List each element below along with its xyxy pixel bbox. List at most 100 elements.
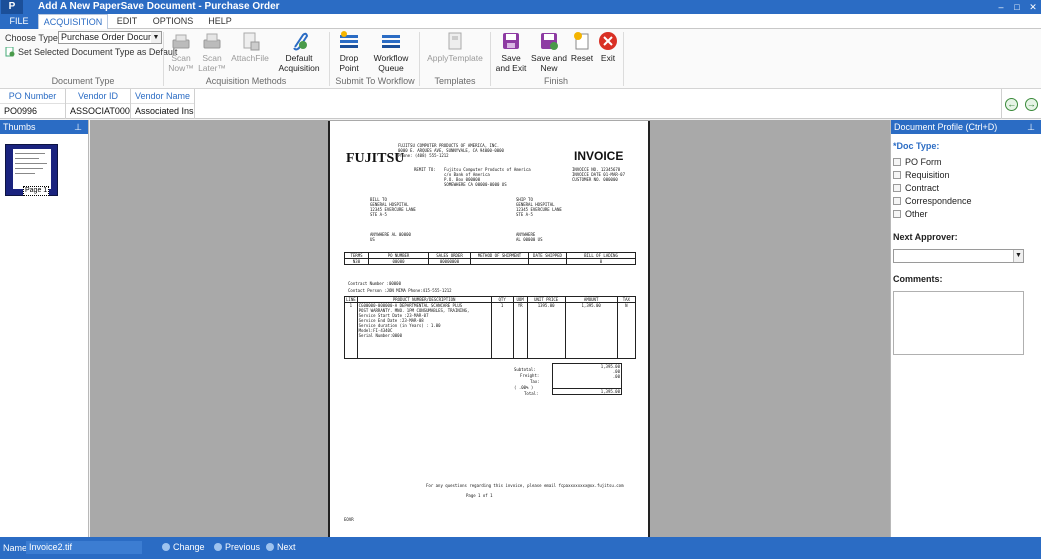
workflow-queue-label: Workflow Queue (373, 53, 409, 73)
terms-header: DATE SHIPPED (528, 252, 567, 259)
default-acquisition-label: Default Acquisition (278, 53, 320, 73)
total-label: Tax: (530, 379, 540, 384)
group-separator (329, 32, 330, 86)
thumb-line (15, 168, 43, 169)
tab-acquisition[interactable]: ACQUISITION (38, 14, 108, 30)
option-label: Correspondence (905, 196, 972, 206)
default-acquisition-button[interactable]: Default Acquisition (272, 31, 326, 73)
status-bar: Name: Invoice2.tif Change Previous Next (0, 537, 1041, 559)
terms-value: N30 (344, 258, 369, 265)
maximize-icon[interactable]: □ (1011, 0, 1023, 14)
workflow-queue-button[interactable]: Workflow Queue (370, 31, 412, 73)
exit-label: Exit (600, 53, 616, 63)
minimize-icon[interactable]: – (995, 0, 1007, 14)
line-number: 1 (344, 302, 358, 359)
line-items-table: LINE PRODUCT NUMBER/DESCRIPTION QTY UOM … (344, 296, 637, 359)
line-header: LINE (344, 296, 358, 303)
line-tax: N (616, 302, 637, 359)
scanner-icon (172, 34, 190, 49)
change-button[interactable]: Change (162, 542, 205, 552)
tab-options[interactable]: OPTIONS (146, 14, 200, 29)
option-label: Other (905, 209, 928, 219)
next-button[interactable]: Next (266, 542, 296, 552)
apply-template-button[interactable]: ApplyTemplate (425, 31, 485, 63)
pin-icon[interactable]: ⊥ (74, 120, 82, 134)
doc-type-option-contract[interactable]: Contract (893, 183, 939, 193)
tab-edit[interactable]: EDIT (108, 14, 146, 29)
checkbox[interactable] (893, 158, 901, 166)
doc-type-option-po-form[interactable]: PO Form (893, 157, 942, 167)
comments-label: Comments: (893, 274, 943, 284)
doc-type-label: *Doc Type: (893, 141, 940, 151)
set-default-label: Set Selected Document Type as Default (18, 47, 178, 57)
file-name-field[interactable]: Invoice2.tif (26, 541, 142, 554)
totals-row: 1,395.00 (552, 388, 622, 395)
customer-number: CUSTOMER NO. 000000 (572, 177, 618, 182)
invoice-page[interactable]: FUJITSU COMPUTER PRODUCTS OF AMERICA, IN… (328, 121, 650, 537)
doc-type-option-requisition[interactable]: Requisition (893, 170, 950, 180)
page-thumbnail[interactable]: Page 1 (5, 144, 58, 196)
attach-file-button[interactable]: AttachFile (230, 31, 270, 63)
line-item-row: 1 CG00000-000000-A DEPARTMENTAL SCANCARE… (344, 302, 637, 359)
save-exit-icon (503, 33, 519, 49)
thumbnail-page-preview (13, 149, 51, 189)
vendor-id-field[interactable]: ASSOCIAT0001 (66, 104, 130, 118)
next-approver-select[interactable]: ▼ (893, 249, 1024, 263)
pin-icon[interactable]: ⊥ (1027, 120, 1035, 134)
scan-later-button[interactable]: Scan Later™ (197, 31, 227, 73)
total-label: Subtotal: (514, 367, 536, 372)
totals-table: 1,395.00 .00 .00 1,395.00 (552, 363, 622, 395)
vendor-name-field[interactable]: Associated Insura (131, 104, 194, 118)
chevron-down-icon: ▼ (151, 32, 161, 43)
close-icon[interactable]: ✕ (1027, 0, 1039, 14)
next-approver-label: Next Approver: (893, 232, 958, 242)
document-gear-icon (5, 47, 15, 57)
line-qty: 1 (490, 302, 514, 359)
attach-file-label: AttachFile (231, 53, 269, 63)
arrow-left-icon[interactable]: ← (1005, 97, 1019, 111)
invoice-title: INVOICE (574, 149, 624, 163)
save-and-new-button[interactable]: Save and New (531, 31, 567, 73)
attach-file-icon (243, 32, 260, 51)
exit-button[interactable]: Exit (597, 31, 619, 63)
choose-type-label: Choose Type (5, 33, 58, 43)
doc-type-option-correspondence[interactable]: Correspondence (893, 196, 972, 206)
close-circle-icon (599, 32, 617, 50)
terms-header: METHOD OF SHIPMENT (470, 252, 529, 259)
checkbox[interactable] (893, 184, 901, 192)
contact-person: Contact Person :JON MIMA Phone:415-555-1… (348, 288, 452, 293)
comments-textarea[interactable] (893, 291, 1024, 355)
save-and-exit-button[interactable]: Save and Exit (494, 31, 528, 73)
group-label-workflow: Submit To Workflow (335, 76, 415, 86)
save-new-icon (541, 33, 558, 50)
document-type-select[interactable]: Purchase Order Docume ▼ (58, 31, 162, 44)
tab-help[interactable]: HELP (200, 14, 240, 29)
set-default-button[interactable]: Set Selected Document Type as Default (5, 47, 177, 57)
arrow-right-icon[interactable]: → (1024, 97, 1038, 111)
drop-point-button[interactable]: Drop Point (333, 31, 365, 73)
tab-file[interactable]: FILE (0, 14, 38, 29)
scan-later-label: Scan Later™ (198, 53, 226, 73)
thumbnail-caption: Page 1 (23, 186, 50, 196)
scan-now-button[interactable]: Scan Now™ (167, 31, 195, 73)
line-uom: YR (512, 302, 528, 359)
reset-button[interactable]: Reset (570, 31, 594, 63)
remit-label: REMIT TO: (414, 167, 436, 172)
total-value: .00 (612, 374, 620, 379)
previous-button[interactable]: Previous (214, 542, 260, 552)
window-title: Add A New PaperSave Document - Purchase … (38, 1, 280, 12)
group-separator (419, 32, 420, 86)
doc-type-option-other[interactable]: Other (893, 209, 928, 219)
checkbox[interactable] (893, 171, 901, 179)
checkbox[interactable] (893, 197, 901, 205)
change-icon (162, 543, 170, 551)
checkbox[interactable] (893, 210, 901, 218)
thumb-line (15, 173, 35, 174)
group-separator (623, 32, 624, 86)
po-number-field[interactable]: PO0996 (0, 104, 65, 118)
previous-icon (214, 543, 222, 551)
index-fields-row: PO Number PO0996 Vendor ID ASSOCIAT0001 … (0, 89, 1041, 119)
terms-value: 00000 (368, 258, 429, 265)
group-separator (163, 32, 164, 86)
terms-header-row: TERMS PO NUMBER SALES ORDER METHOD OF SH… (344, 252, 636, 259)
